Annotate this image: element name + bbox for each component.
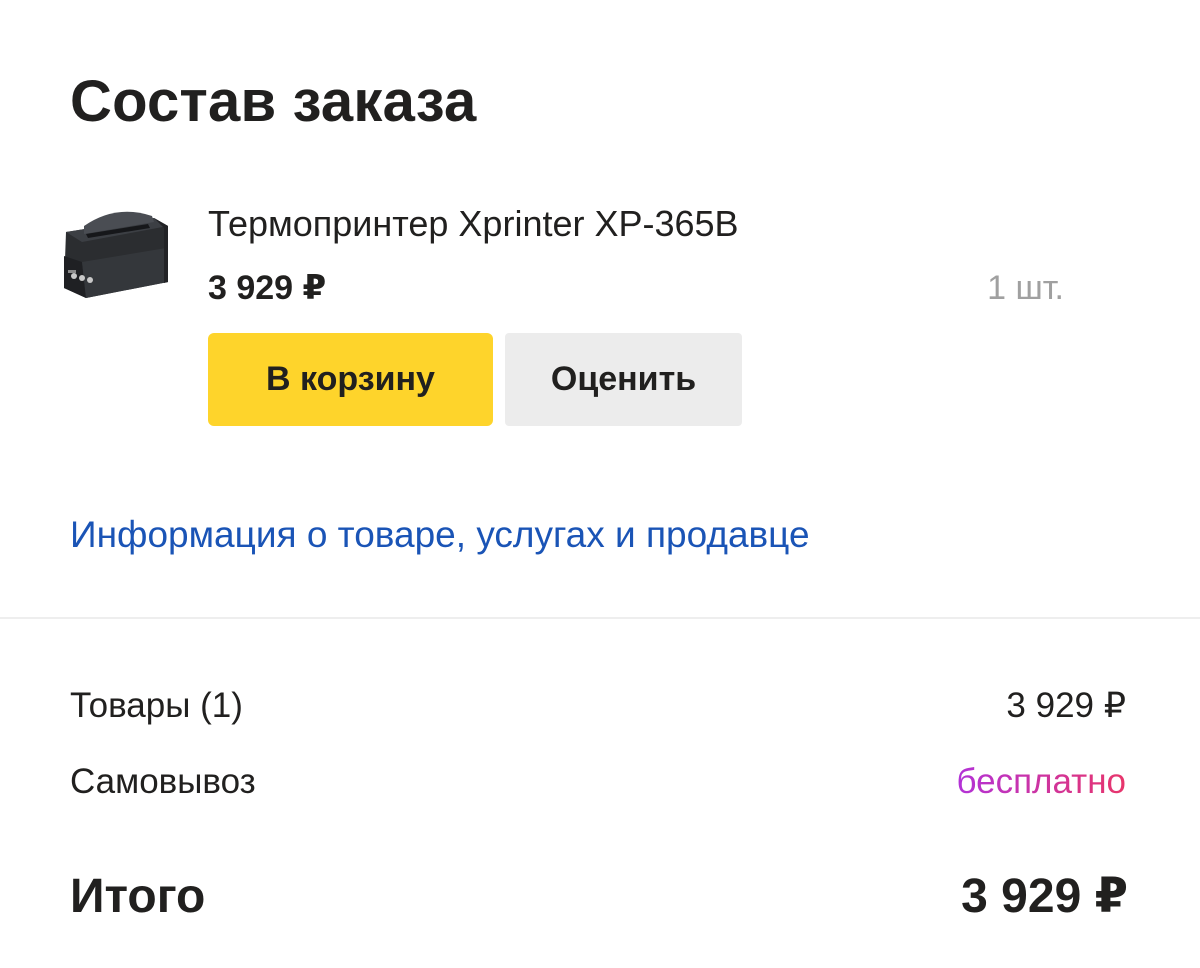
items-label: Товары (1) (70, 686, 243, 725)
thermal-printer-icon[interactable] (56, 196, 174, 306)
section-divider (0, 617, 1200, 619)
order-composition-page: Состав заказа Термопринтер Xprinter XP-3… (0, 0, 1200, 968)
add-to-cart-button[interactable]: В корзину (208, 333, 493, 426)
page-title: Состав заказа (70, 69, 477, 134)
total-label: Итого (70, 870, 206, 923)
total-value: 3 929 ₽ (961, 870, 1128, 923)
add-to-cart-label: В корзину (266, 360, 435, 398)
product-name[interactable]: Термопринтер Xprinter XP-365B (208, 202, 739, 246)
rate-button[interactable]: Оценить (505, 333, 742, 426)
rate-label: Оценить (550, 360, 697, 398)
product-quantity: 1 шт. (987, 269, 1064, 307)
pickup-label: Самовывоз (70, 762, 256, 801)
pickup-value: бесплатно (956, 760, 1126, 804)
product-info-link[interactable]: Информация о товаре, услугах и продавце (70, 512, 810, 558)
product-price: 3 929 ₽ (208, 269, 327, 307)
items-value: 3 929 ₽ (1006, 686, 1126, 725)
